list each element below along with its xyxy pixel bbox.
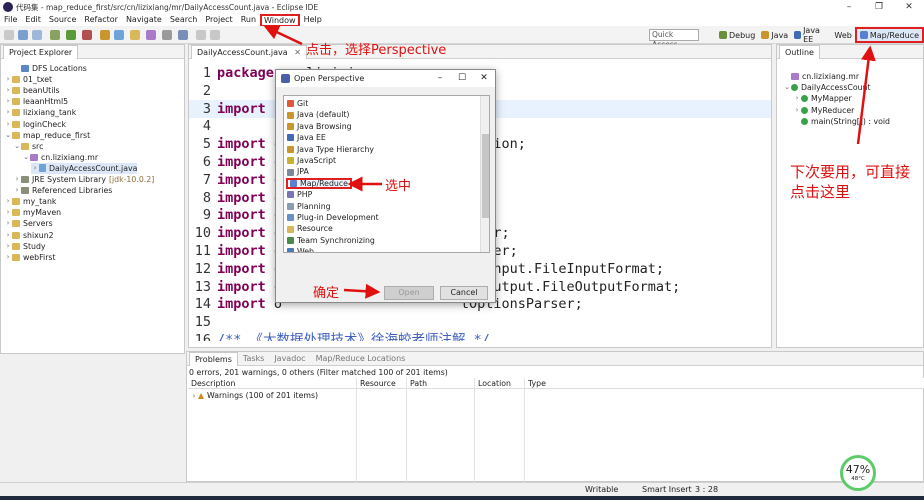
annotation-window: 点击，选择Perspective (306, 43, 447, 58)
annotation-next-time-line2: 点击这里 (790, 183, 851, 201)
arrow-to-open-button (343, 283, 381, 299)
annotation-arrows (263, 25, 876, 299)
arrow-to-mapreduce-perspective (856, 45, 876, 145)
annotation-next-time-line1: 下次要用，可直接 (790, 163, 911, 181)
annotation-confirm: 确定 (313, 286, 340, 301)
annotation-select: 选中 (385, 179, 412, 194)
arrow-to-window-menu (263, 25, 303, 46)
